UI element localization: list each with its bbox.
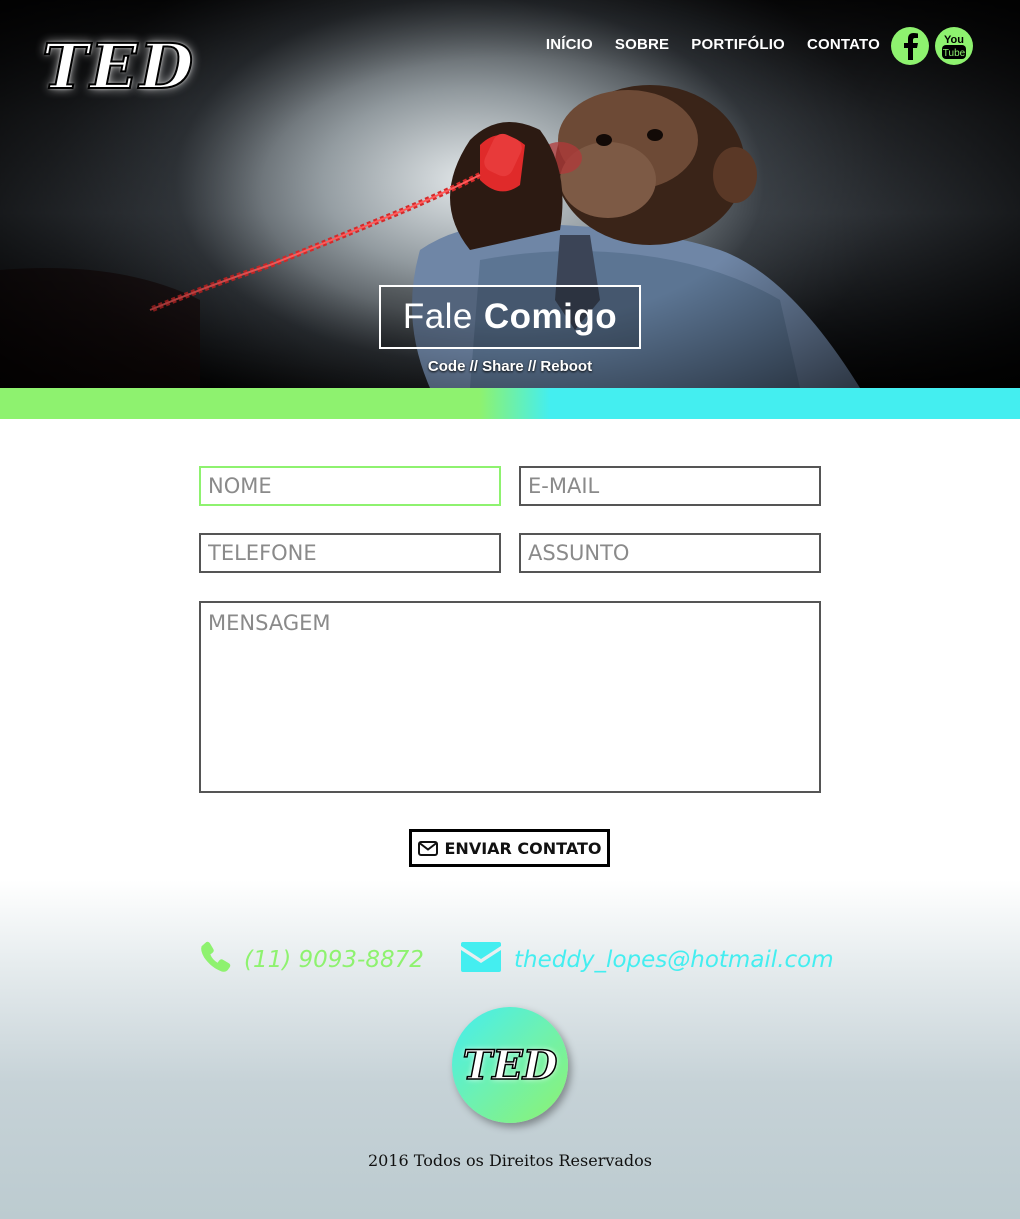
facebook-link[interactable]: [891, 27, 929, 65]
enviar-contato-label: ENVIAR CONTATO: [444, 838, 602, 858]
youtube-text-top: You: [944, 34, 964, 46]
nav-contato[interactable]: CONTATO: [807, 36, 880, 53]
hero-banner: TED INÍCIO SOBRE PORTIFÓLIO CONTATO You …: [0, 0, 1020, 388]
telefone-input[interactable]: [199, 533, 501, 573]
assunto-input[interactable]: [519, 533, 821, 573]
nav-portifolio[interactable]: PORTIFÓLIO: [691, 36, 785, 53]
mensagem-textarea[interactable]: [199, 601, 821, 793]
youtube-icon: You Tube: [942, 34, 966, 59]
copyright-text: 2016 Todos os Direitos Reservados: [367, 1151, 652, 1170]
phone-icon: [201, 941, 231, 972]
nav-sobre[interactable]: SOBRE: [615, 36, 669, 53]
hero-subtitle: Code // Share // Reboot: [427, 358, 593, 375]
hero-title-part2: Comigo: [483, 297, 618, 336]
facebook-icon: [904, 33, 918, 60]
contact-phone: (11) 9093-8872: [199, 940, 424, 973]
logo[interactable]: TED: [41, 29, 195, 104]
mail-icon: [461, 942, 501, 972]
contact-email: theddy_lopes@hotmail.com: [460, 940, 834, 974]
accent-stripe: [0, 388, 1020, 419]
email-address[interactable]: theddy_lopes@hotmail.com: [514, 947, 834, 973]
email-input[interactable]: [519, 466, 821, 506]
phone-number[interactable]: (11) 9093-8872: [244, 947, 424, 973]
envelope-icon: [417, 840, 438, 856]
nome-input[interactable]: [199, 466, 501, 506]
main-nav: INÍCIO SOBRE PORTIFÓLIO CONTATO: [546, 36, 880, 53]
hero-title: Fale Comigo: [379, 285, 641, 349]
footer-logo[interactable]: TED: [452, 1007, 568, 1123]
youtube-link[interactable]: You Tube: [935, 27, 973, 65]
nav-inicio[interactable]: INÍCIO: [546, 36, 593, 53]
footer-logo-text: TED: [462, 1041, 558, 1090]
enviar-contato-button[interactable]: ENVIAR CONTATO: [409, 829, 610, 867]
hero-title-part1: Fale: [402, 297, 473, 336]
youtube-text-bottom: Tube: [943, 48, 966, 59]
